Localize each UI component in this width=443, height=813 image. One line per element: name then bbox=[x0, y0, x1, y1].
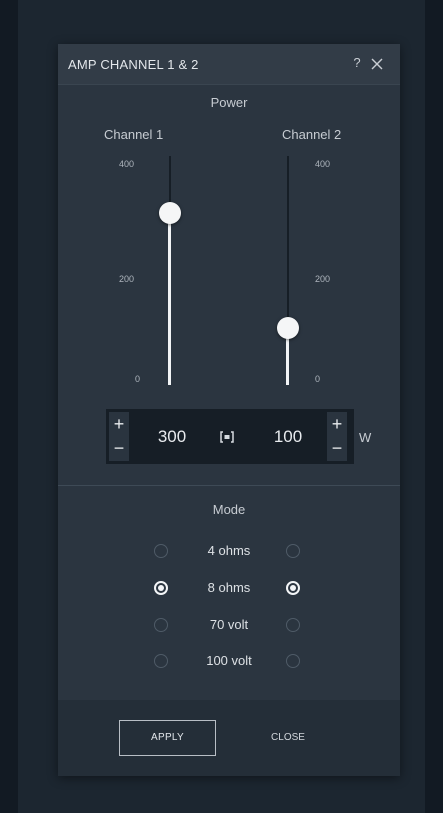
mode-option-label: 4 ohms bbox=[207, 543, 251, 558]
apply-button[interactable]: APPLY bbox=[119, 720, 216, 756]
link-channels-icon[interactable] bbox=[219, 430, 235, 444]
ch2-tick-0: 0 bbox=[315, 374, 321, 384]
channel1-70volt-radio[interactable] bbox=[154, 618, 168, 632]
dialog-title: AMP CHANNEL 1 & 2 bbox=[68, 57, 199, 72]
mode-option-label: 100 volt bbox=[206, 653, 252, 668]
channel2-70volt-radio[interactable] bbox=[286, 618, 300, 632]
channel2-4ohms-radio[interactable] bbox=[286, 544, 300, 558]
channel2-8ohms-radio[interactable] bbox=[286, 581, 300, 595]
close-button[interactable]: CLOSE bbox=[258, 720, 318, 756]
ch1-tick-200: 200 bbox=[119, 274, 135, 284]
channel1-decrement-button[interactable]: − bbox=[109, 436, 129, 461]
power-unit-label: W bbox=[359, 430, 372, 445]
channel2-label: Channel 2 bbox=[282, 127, 342, 142]
channel1-value[interactable]: 300 bbox=[147, 427, 197, 447]
mode-option-label: 70 volt bbox=[209, 617, 249, 632]
channel2-slider-handle[interactable] bbox=[277, 316, 299, 339]
mode-option-row: 70 volt bbox=[58, 614, 400, 638]
ch2-tick-200: 200 bbox=[315, 274, 331, 284]
amp-channel-dialog: AMP CHANNEL 1 & 2 ? Power Channel 1 Chan… bbox=[58, 44, 400, 776]
channel1-8ohms-radio[interactable] bbox=[154, 581, 168, 595]
channel1-100volt-radio[interactable] bbox=[154, 654, 168, 668]
channel2-100volt-radio[interactable] bbox=[286, 654, 300, 668]
mode-option-row: 8 ohms bbox=[58, 577, 400, 601]
power-heading: Power bbox=[210, 95, 248, 110]
ch1-tick-0: 0 bbox=[135, 374, 141, 384]
channel1-4ohms-radio[interactable] bbox=[154, 544, 168, 558]
ch2-tick-400: 400 bbox=[315, 159, 331, 169]
help-button[interactable]: ? bbox=[349, 55, 365, 73]
mode-option-row: 4 ohms bbox=[58, 540, 400, 564]
channel1-increment-button[interactable]: + bbox=[109, 412, 129, 438]
channel1-slider-fill bbox=[168, 213, 171, 385]
power-value-control: + − 300 100 + − bbox=[106, 409, 354, 464]
mode-option-row: 100 volt bbox=[58, 650, 400, 674]
channel2-decrement-button[interactable]: − bbox=[327, 436, 347, 461]
channel2-increment-button[interactable]: + bbox=[327, 412, 347, 438]
ch1-tick-400: 400 bbox=[119, 159, 135, 169]
mode-option-label: 8 ohms bbox=[207, 580, 251, 595]
mode-heading: Mode bbox=[212, 502, 246, 517]
section-divider bbox=[58, 485, 400, 486]
channel2-value[interactable]: 100 bbox=[263, 427, 313, 447]
channel1-slider-handle[interactable] bbox=[159, 202, 181, 225]
dialog-titlebar: AMP CHANNEL 1 & 2 ? bbox=[58, 44, 400, 85]
channel1-label: Channel 1 bbox=[104, 127, 164, 142]
close-icon[interactable] bbox=[369, 56, 385, 72]
dialog-footer: APPLY CLOSE bbox=[58, 700, 400, 776]
